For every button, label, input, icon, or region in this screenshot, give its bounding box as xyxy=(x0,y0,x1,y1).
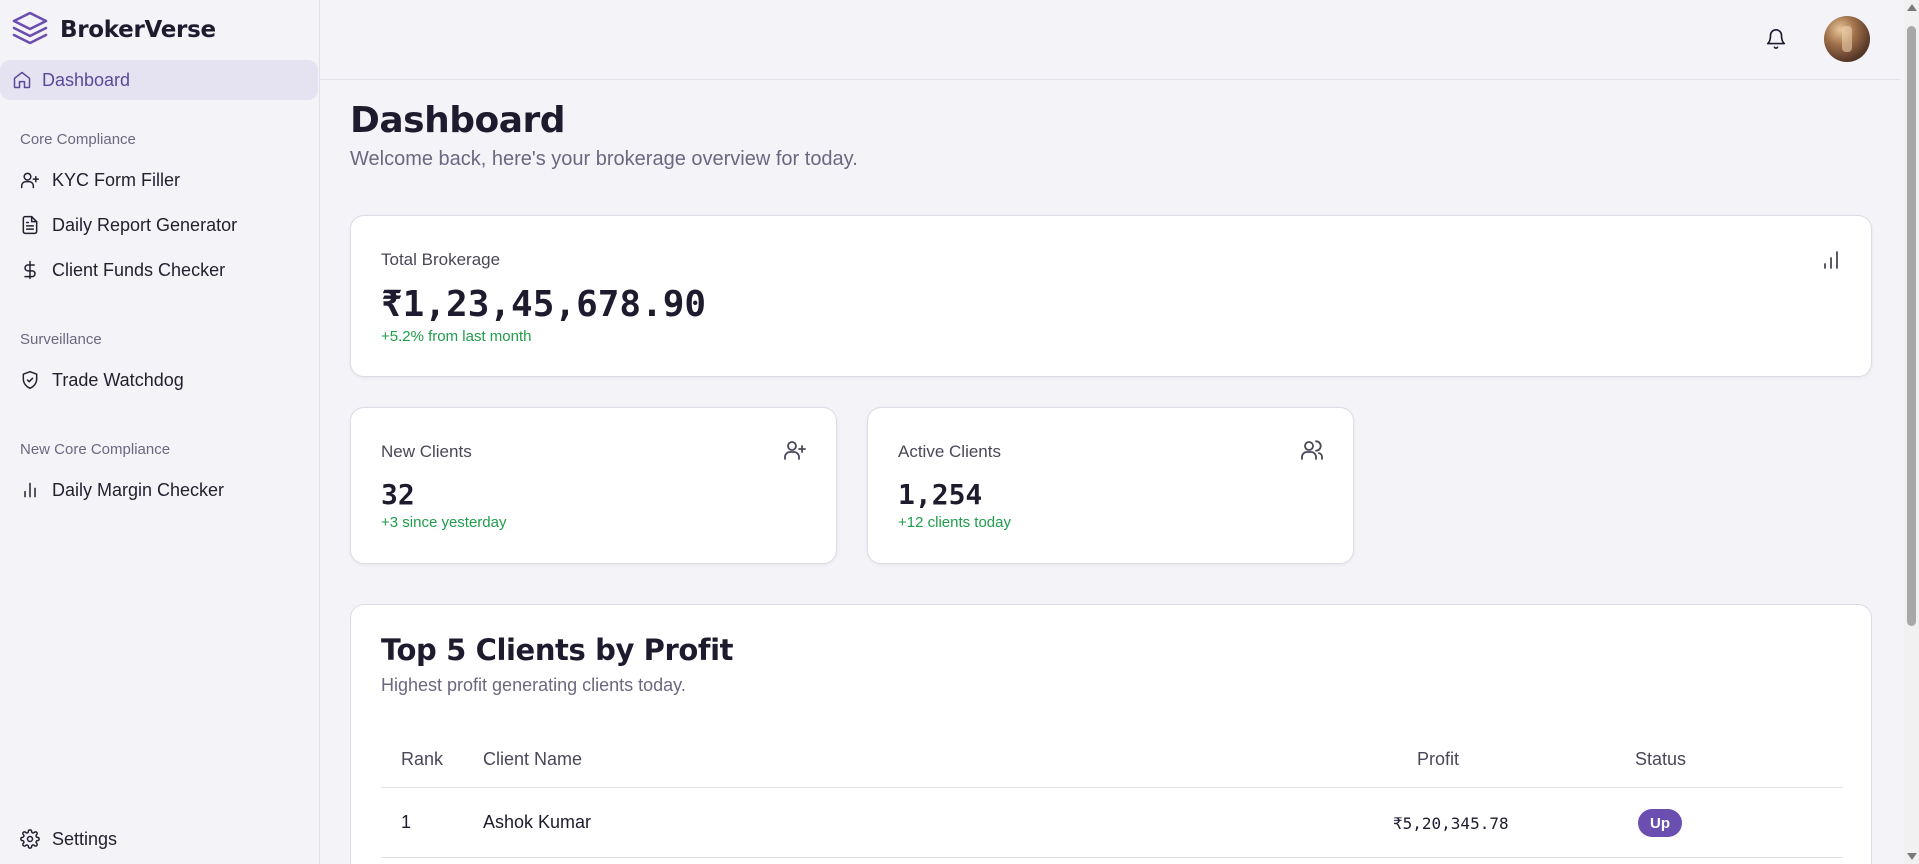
table-title: Top 5 Clients by Profit xyxy=(381,633,734,667)
app-name: BrokerVerse xyxy=(60,17,216,43)
scrollbar-thumb[interactable] xyxy=(1907,26,1916,626)
column-header-status: Status xyxy=(1635,749,1687,769)
page-subtitle: Welcome back, here's your brokerage over… xyxy=(350,148,858,170)
dollar-sign-icon xyxy=(20,260,40,280)
section-label-new-core-compliance: New Core Compliance xyxy=(20,441,171,458)
top-clients-card: Top 5 Clients by Profit Highest profit g… xyxy=(350,604,1872,864)
cell-client-name: Ashok Kumar xyxy=(483,812,592,832)
sidebar: BrokerVerse Dashboard Core Compliance KY… xyxy=(0,0,320,864)
sidebar-item-daily-margin-checker[interactable]: Daily Margin Checker xyxy=(20,473,224,507)
sidebar-item-label: Trade Watchdog xyxy=(52,369,184,390)
top-bar xyxy=(320,0,1900,80)
bar-chart-icon xyxy=(20,480,40,500)
card-delta: +3 since yesterday xyxy=(381,514,507,531)
notifications-button[interactable] xyxy=(1764,28,1788,52)
layers-logo-icon xyxy=(10,8,50,53)
table-divider xyxy=(381,857,1843,858)
sidebar-item-label: KYC Form Filler xyxy=(52,169,181,190)
card-value: 32 xyxy=(381,478,415,511)
sidebar-item-label: Daily Margin Checker xyxy=(52,479,225,500)
active-clients-card: Active Clients 1,254 +12 clients today xyxy=(867,407,1354,564)
sidebar-item-label: Client Funds Checker xyxy=(52,259,226,280)
new-clients-card: New Clients 32 +3 since yesterday xyxy=(350,407,837,564)
home-icon xyxy=(12,70,32,90)
section-label-core-compliance: Core Compliance xyxy=(20,131,136,148)
scroll-down-arrow-icon[interactable] xyxy=(1907,853,1917,860)
card-delta: +12 clients today xyxy=(898,514,1011,531)
table-divider xyxy=(381,787,1843,788)
brand[interactable]: BrokerVerse xyxy=(10,10,216,50)
sidebar-item-kyc-form-filler[interactable]: KYC Form Filler xyxy=(20,163,180,197)
cell-profit: ₹5,20,345.78 xyxy=(1393,814,1509,833)
card-value: ₹1,23,45,678.90 xyxy=(381,284,707,325)
card-title: Total Brokerage xyxy=(381,250,501,269)
user-plus-icon xyxy=(783,438,807,467)
sidebar-item-daily-report-generator[interactable]: Daily Report Generator xyxy=(20,208,237,242)
scroll-up-arrow-icon[interactable] xyxy=(1907,4,1917,11)
scrollbar[interactable] xyxy=(1904,0,1919,864)
table-subtitle: Highest profit generating clients today. xyxy=(381,675,686,695)
users-icon xyxy=(1300,438,1324,467)
card-title: New Clients xyxy=(381,442,472,461)
sidebar-item-label: Settings xyxy=(52,828,118,849)
cell-rank: 1 xyxy=(401,812,412,832)
section-label-surveillance: Surveillance xyxy=(20,331,102,348)
page-title: Dashboard xyxy=(350,100,566,141)
column-header-rank: Rank xyxy=(401,749,444,769)
column-header-client-name: Client Name xyxy=(483,749,583,769)
sidebar-item-trade-watchdog[interactable]: Trade Watchdog xyxy=(20,363,184,397)
column-header-profit: Profit xyxy=(1417,749,1460,769)
card-title: Active Clients xyxy=(898,442,1001,461)
bell-icon xyxy=(1765,29,1787,53)
sidebar-item-client-funds-checker[interactable]: Client Funds Checker xyxy=(20,253,225,287)
file-text-icon xyxy=(20,215,40,235)
shield-check-icon xyxy=(20,370,40,390)
bar-chart-icon xyxy=(1819,248,1843,277)
sidebar-item-label: Daily Report Generator xyxy=(52,214,238,235)
sidebar-item-dashboard[interactable]: Dashboard xyxy=(0,60,318,100)
gear-icon xyxy=(20,829,40,849)
total-brokerage-card: Total Brokerage ₹1,23,45,678.90 +5.2% fr… xyxy=(350,215,1872,377)
card-delta: +5.2% from last month xyxy=(381,328,532,345)
card-value: 1,254 xyxy=(898,478,983,511)
avatar[interactable] xyxy=(1824,16,1870,62)
sidebar-item-settings[interactable]: Settings xyxy=(20,822,117,856)
sidebar-item-label: Dashboard xyxy=(42,69,131,90)
status-badge: Up xyxy=(1638,809,1682,837)
user-plus-icon xyxy=(20,170,40,190)
